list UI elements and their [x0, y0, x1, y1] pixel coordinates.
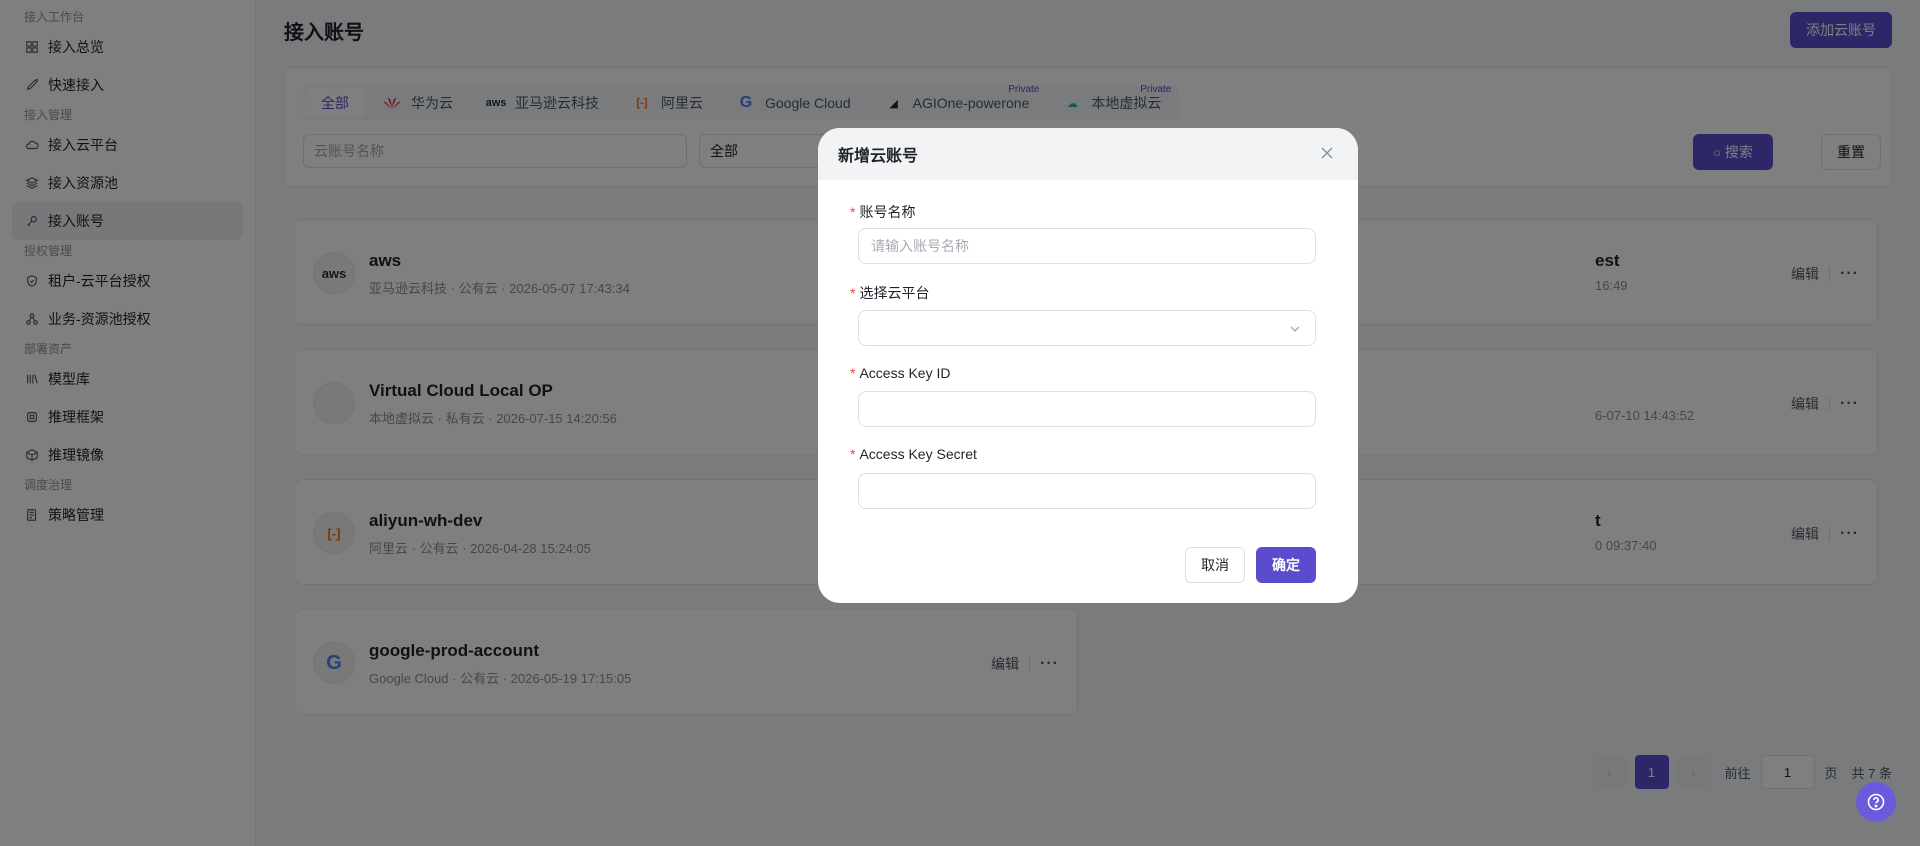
help-icon[interactable]	[1856, 782, 1896, 822]
access-key-secret-input[interactable]	[858, 473, 1316, 509]
account-name-label: * 账号名称	[850, 204, 916, 220]
chevron-down-icon	[1290, 326, 1300, 332]
confirm-button[interactable]: 确定	[1256, 547, 1316, 583]
dialog-title: 新增云账号	[838, 148, 919, 165]
dialog-header: 新增云账号	[818, 128, 1358, 180]
close-icon[interactable]	[1320, 146, 1334, 160]
access-key-id-input[interactable]	[858, 391, 1316, 427]
account-name-input[interactable]: 请输入账号名称	[858, 228, 1316, 264]
cloud-platform-label: * 选择云平台	[850, 285, 930, 301]
access-key-secret-label: * Access Key Secret	[850, 446, 977, 462]
cancel-button[interactable]: 取消	[1185, 547, 1245, 583]
add-cloud-account-dialog: 新增云账号 * 账号名称 请输入账号名称 * 选择云平台 * Access Key I…	[818, 128, 1358, 603]
access-key-id-label: * Access Key ID	[850, 365, 951, 381]
cloud-platform-select[interactable]	[858, 310, 1316, 346]
